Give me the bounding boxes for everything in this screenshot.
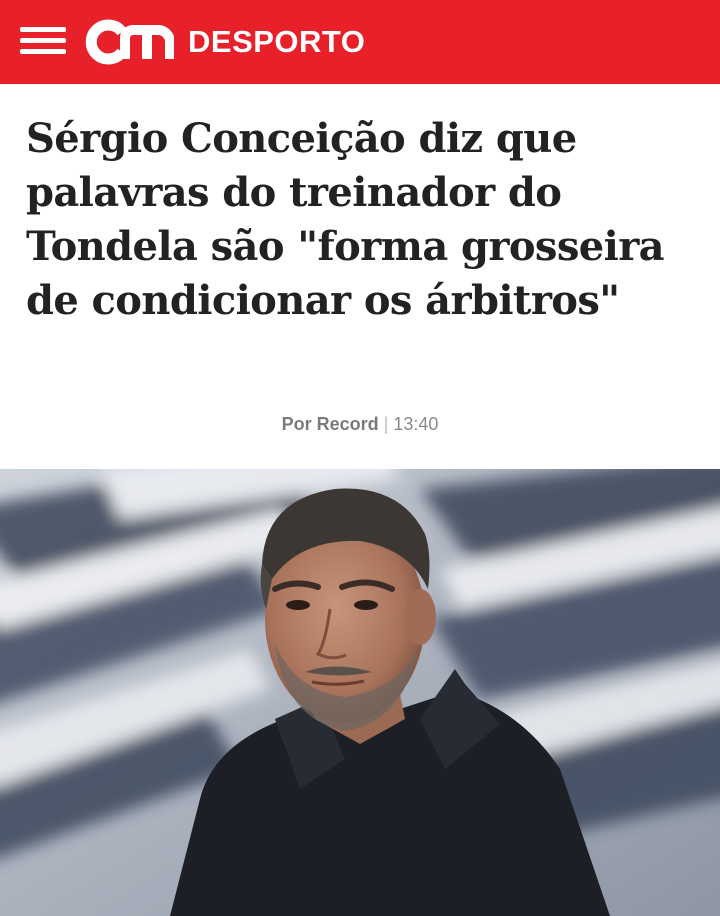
article-author[interactable]: Por Record <box>282 414 379 434</box>
article-byline: Por Record | 13:40 <box>0 414 720 435</box>
section-title[interactable]: DESPORTO <box>188 22 365 62</box>
article-headline: Sérgio Conceição diz que palavras do tre… <box>26 115 665 324</box>
menu-line <box>20 49 66 54</box>
hamburger-menu-icon[interactable] <box>20 27 66 55</box>
article-photo[interactable] <box>0 469 720 916</box>
cm-logo[interactable] <box>82 16 174 66</box>
menu-line <box>20 38 66 43</box>
article-photo-image <box>0 469 720 916</box>
menu-line <box>20 27 66 32</box>
article-time: 13:40 <box>393 414 439 434</box>
top-bar: DESPORTO <box>0 0 720 84</box>
byline-separator: | <box>383 414 389 434</box>
